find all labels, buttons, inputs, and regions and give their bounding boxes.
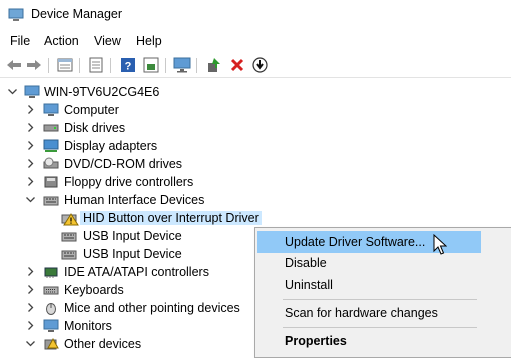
expand-chevron-icon[interactable] xyxy=(25,284,36,295)
monitor-icon xyxy=(43,319,59,333)
help-icon[interactable]: ? xyxy=(119,56,137,74)
tree-item-label: HID Button over Interrupt Driver xyxy=(80,211,262,225)
tree-item-floppy-controllers[interactable]: Floppy drive controllers xyxy=(0,173,511,191)
tree-item-hid-button-driver[interactable]: HID Button over Interrupt Driver xyxy=(0,209,511,227)
view-icon[interactable] xyxy=(87,56,105,74)
expand-chevron-icon[interactable] xyxy=(25,266,36,277)
expand-chevron-icon[interactable] xyxy=(25,320,36,331)
context-menu: Update Driver Software... Disable Uninst… xyxy=(254,227,511,358)
toolbar: ? xyxy=(0,52,511,78)
menu-view[interactable]: View xyxy=(94,34,121,48)
tree-item-label: Disk drives xyxy=(64,121,126,135)
properties-menu-item[interactable]: Properties xyxy=(257,330,481,352)
tree-item-label: Human Interface Devices xyxy=(64,193,205,207)
menu-help[interactable]: Help xyxy=(136,34,162,48)
properties-icon[interactable] xyxy=(56,56,74,74)
hid-icon xyxy=(61,229,77,243)
forward-icon[interactable] xyxy=(25,56,43,74)
tree-item-label: USB Input Device xyxy=(83,229,182,243)
toolbar-separator xyxy=(79,58,80,73)
menu-action[interactable]: Action xyxy=(44,34,79,48)
uninstall-icon[interactable] xyxy=(228,56,246,74)
download-icon[interactable] xyxy=(251,56,269,74)
hid-icon xyxy=(61,247,77,261)
tree-item-disk-drives[interactable]: Disk drives xyxy=(0,119,511,137)
collapse-chevron-icon[interactable] xyxy=(25,194,36,205)
menu-file[interactable]: File xyxy=(10,34,30,48)
title-bar: Device Manager xyxy=(0,0,511,30)
expand-chevron-icon[interactable] xyxy=(25,122,36,133)
window-title: Device Manager xyxy=(31,7,123,21)
toolbar-separator xyxy=(165,58,166,73)
tree-item-label: USB Input Device xyxy=(83,247,182,261)
menu-item-label: Update Driver Software... xyxy=(285,235,426,249)
expand-chevron-icon[interactable] xyxy=(25,140,36,151)
svg-text:?: ? xyxy=(125,61,132,73)
warning-device-icon xyxy=(61,211,79,226)
tree-item-label: Floppy drive controllers xyxy=(64,175,194,189)
ide-controller-icon xyxy=(43,265,59,279)
computer-icon xyxy=(43,103,59,117)
dvd-drive-icon xyxy=(43,157,59,171)
display-adapter-icon xyxy=(43,139,59,153)
computer-icon xyxy=(24,85,40,99)
collapse-chevron-icon[interactable] xyxy=(25,338,36,349)
uninstall-menu-item[interactable]: Uninstall xyxy=(257,274,481,296)
menu-separator xyxy=(283,327,477,328)
tree-item-label: IDE ATA/ATAPI controllers xyxy=(64,265,209,279)
update-driver-menu-item[interactable]: Update Driver Software... xyxy=(257,231,481,253)
menu-separator xyxy=(283,299,477,300)
tree-item-label: Display adapters xyxy=(64,139,158,153)
collapse-chevron-icon[interactable] xyxy=(7,86,18,97)
menu-item-label: Disable xyxy=(285,256,327,270)
tree-item-dvd-drives[interactable]: DVD/CD-ROM drives xyxy=(0,155,511,173)
menu-item-label: Scan for hardware changes xyxy=(285,306,438,320)
keyboard-icon xyxy=(43,283,59,297)
tree-item-label: Computer xyxy=(64,103,119,117)
toolbar-separator xyxy=(48,58,49,73)
expand-chevron-icon[interactable] xyxy=(25,158,36,169)
expand-chevron-icon[interactable] xyxy=(25,176,36,187)
back-icon[interactable] xyxy=(5,56,23,74)
tree-item-label: DVD/CD-ROM drives xyxy=(64,157,183,171)
menu-item-label: Uninstall xyxy=(285,278,333,292)
view-toggle-icon[interactable] xyxy=(142,56,160,74)
tree-item-label: Monitors xyxy=(64,319,112,333)
menu-item-label: Properties xyxy=(285,334,347,348)
other-devices-icon xyxy=(43,337,59,351)
expand-chevron-icon[interactable] xyxy=(25,302,36,313)
tree-item-label: Keyboards xyxy=(64,283,124,297)
disable-menu-item[interactable]: Disable xyxy=(257,252,481,274)
toolbar-separator xyxy=(196,58,197,73)
scan-hardware-menu-item[interactable]: Scan for hardware changes xyxy=(257,302,481,324)
device-manager-icon xyxy=(8,8,24,22)
tree-root-label: WIN-9TV6U2CG4E6 xyxy=(44,85,160,99)
tree-item-display-adapters[interactable]: Display adapters xyxy=(0,137,511,155)
tree-item-label: Mice and other pointing devices xyxy=(64,301,240,315)
expand-chevron-icon[interactable] xyxy=(25,104,36,115)
disk-drive-icon xyxy=(43,121,59,135)
hid-icon xyxy=(43,193,59,207)
toolbar-separator xyxy=(110,58,111,73)
monitor-icon[interactable] xyxy=(173,56,191,74)
menu-bar: File Action View Help xyxy=(0,30,511,52)
tree-item-human-interface-devices[interactable]: Human Interface Devices xyxy=(0,191,511,209)
tree-root[interactable]: WIN-9TV6U2CG4E6 xyxy=(0,83,511,101)
tree-item-computer[interactable]: Computer xyxy=(0,101,511,119)
update-driver-icon[interactable] xyxy=(205,56,223,74)
mouse-cursor-icon xyxy=(433,233,448,256)
floppy-controller-icon xyxy=(43,175,59,189)
mouse-icon xyxy=(43,301,59,315)
tree-item-label: Other devices xyxy=(64,337,142,351)
